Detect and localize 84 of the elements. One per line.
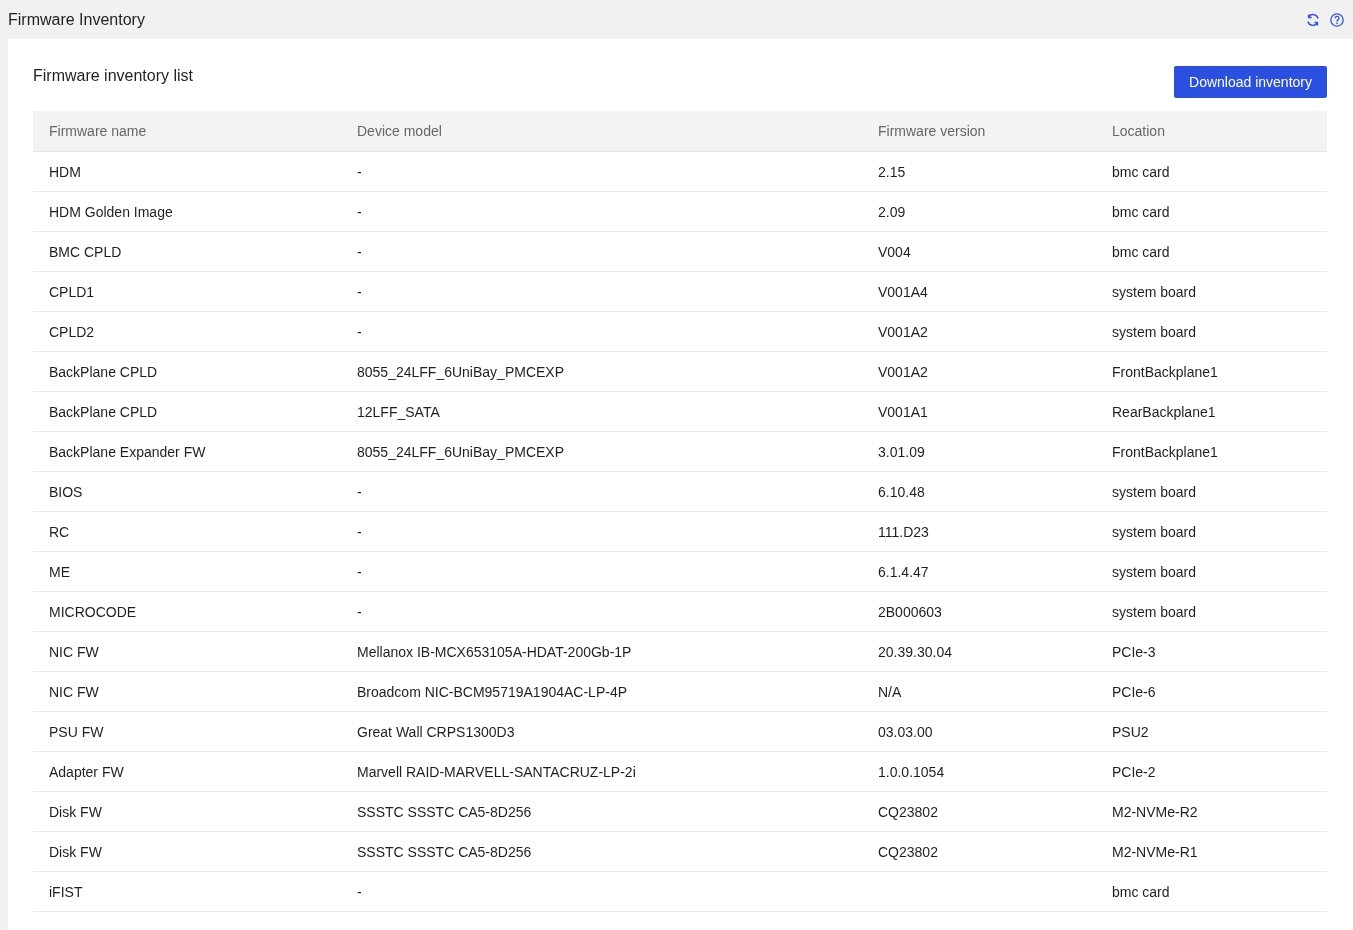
table-cell: NIC FW [49,683,99,700]
table-cell: 2B000603 [878,603,942,620]
table-cell: FrontBackplane1 [1112,443,1218,460]
table-cell: RC [49,523,70,540]
page-title: Firmware Inventory [8,10,145,29]
table-cell: 03.03.00 [878,723,933,740]
table-cell: Disk FW [49,803,102,820]
table-cell: - [357,323,362,340]
column-header: Firmware name [33,111,341,152]
table-cell: system board [1112,563,1197,580]
table-cell: HDM [49,163,81,180]
table-cell: CQ23802 [878,843,938,860]
table-cell: V001A1 [878,403,928,420]
table-cell: - [357,523,362,540]
table-cell: 2.09 [878,203,906,220]
table-cell: 111.D23 [878,523,929,540]
table-cell: BMC CPLD [49,243,122,260]
table-cell: BackPlane CPLD [49,363,158,380]
table-cell: RearBackplane1 [1112,403,1216,420]
table-cell: Great Wall CRPS1300D3 [357,723,515,740]
refresh-icon[interactable] [1306,12,1320,27]
table-cell: Adapter FW [49,763,124,780]
column-header: Firmware version [862,111,1096,152]
table-cell: system board [1112,523,1197,540]
table-cell: bmc card [1112,883,1170,900]
table-cell: - [357,883,362,900]
table-cell: - [357,243,362,260]
table-cell: PSU2 [1112,723,1149,740]
table-cell: 6.1.4.47 [878,563,929,580]
table-cell: PSU FW [49,723,104,740]
table-cell: PCIe-6 [1112,683,1156,700]
table-cell: 3.01.09 [878,443,925,460]
table-cell: SSSTC SSSTC CA5-8D256 [357,803,532,820]
table-cell: iFIST [49,883,83,900]
table-cell: system board [1112,483,1197,500]
table-cell: 8055_24LFF_6UniBay_PMCEXP [357,443,564,460]
table-cell: SSSTC SSSTC CA5-8D256 [357,843,532,860]
table-cell: 1.0.0.1054 [878,763,945,780]
table-cell: V004 [878,243,911,260]
table-cell: - [357,283,362,300]
table-cell: BackPlane CPLD [49,403,158,420]
table-cell: ME [49,563,70,580]
table-cell: M2-NVMe-R2 [1112,803,1198,820]
table-cell: bmc card [1112,203,1170,220]
table-cell: FrontBackplane1 [1112,363,1218,380]
table-cell: 6.10.48 [878,483,925,500]
table-cell: CQ23802 [878,803,938,820]
column-header: Device model [341,111,862,152]
table-cell: PCIe-3 [1112,643,1156,660]
table-cell: - [357,563,362,580]
panel-title: Firmware inventory list [33,67,194,85]
table-cell: NIC FW [49,643,99,660]
table-cell: V001A2 [878,363,928,380]
table-cell: Broadcom NIC-BCM95719A1904AC-LP-4P [357,683,627,700]
column-header: Location [1096,111,1327,152]
table-cell: M2-NVMe-R1 [1112,843,1198,860]
table-cell: CPLD2 [49,323,95,340]
table-cell: N/A [878,683,902,700]
table-cell: - [357,483,362,500]
table-cell: 12LFF_SATA [357,403,440,420]
table-cell: PCIe-2 [1112,763,1156,780]
table-cell: MICROCODE [49,603,137,620]
table-cell: bmc card [1112,243,1170,260]
download-inventory-button[interactable]: Download inventory [1174,66,1327,98]
table-cell: 8055_24LFF_6UniBay_PMCEXP [357,363,564,380]
table-cell: HDM Golden Image [49,203,173,220]
table-cell: system board [1112,283,1197,300]
table-cell: bmc card [1112,163,1170,180]
table-cell: - [357,163,362,180]
table-cell: 2.15 [878,163,906,180]
table-cell: V001A2 [878,323,928,340]
table-cell: 20.39.30.04 [878,643,952,660]
table-cell: BIOS [49,483,83,500]
table-cell: BackPlane Expander FW [49,443,206,460]
help-icon[interactable] [1330,12,1344,27]
table-cell: Marvell RAID-MARVELL-SANTACRUZ-LP-2i [357,763,636,780]
table-cell: - [357,603,362,620]
table-cell: - [357,203,362,220]
table-cell: Mellanox IB-MCX653105A-HDAT-200Gb-1P [357,643,632,660]
table-cell: V001A4 [878,283,928,300]
table-cell: system board [1112,323,1197,340]
table-cell: system board [1112,603,1197,620]
table-cell: Disk FW [49,843,102,860]
table-cell: CPLD1 [49,283,95,300]
